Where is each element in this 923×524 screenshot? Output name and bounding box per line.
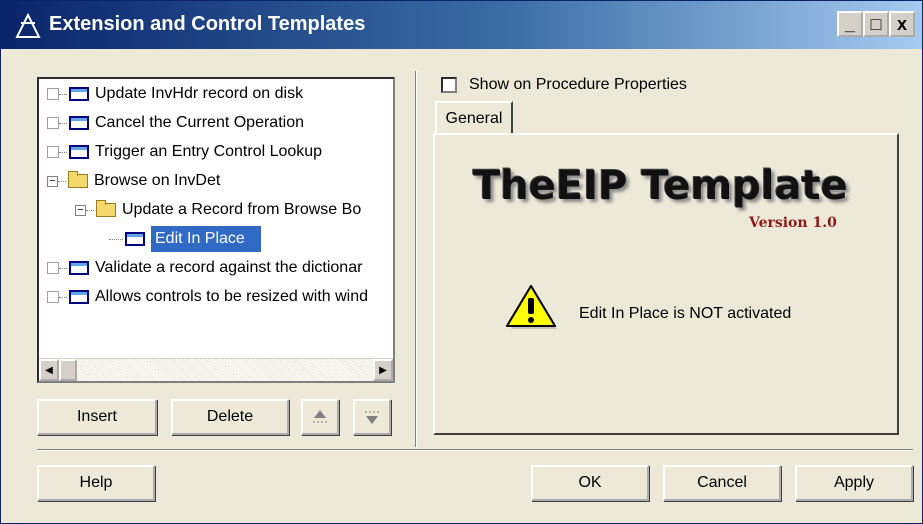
minimize-button[interactable]: _ xyxy=(837,11,863,37)
delete-button-label: Delete xyxy=(206,408,254,425)
help-button[interactable]: Help xyxy=(37,465,155,501)
procedure-icon xyxy=(69,87,89,101)
move-down-icon xyxy=(365,411,379,424)
insert-button[interactable]: Insert xyxy=(37,399,157,435)
tree-checkbox[interactable] xyxy=(47,117,59,129)
scroll-thumb[interactable] xyxy=(59,359,77,381)
tree-item-label-selected: Edit In Place xyxy=(151,226,261,252)
status-message: Edit In Place is NOT activated xyxy=(579,305,792,322)
window-title: Extension and Control Templates xyxy=(49,13,366,35)
general-tab-panel: TheEIP Template Version 1.0 Edit In Plac… xyxy=(433,133,899,435)
app-icon xyxy=(15,13,41,38)
cancel-button[interactable]: Cancel xyxy=(663,465,781,501)
tab-general[interactable]: General xyxy=(435,101,513,135)
version-label: Version 1.0 xyxy=(749,215,837,231)
apply-button-label: Apply xyxy=(833,474,875,491)
template-tree[interactable]: Update InvHdr record on disk Cancel the … xyxy=(37,77,395,383)
tree-checkbox[interactable] xyxy=(47,88,59,100)
vertical-divider xyxy=(415,71,417,447)
procedure-icon xyxy=(69,261,89,275)
procedure-icon xyxy=(69,116,89,130)
scroll-left-button[interactable]: ◀ xyxy=(39,359,59,381)
tree-checkbox[interactable] xyxy=(47,262,59,274)
ok-button[interactable]: OK xyxy=(531,465,649,501)
apply-button[interactable]: Apply xyxy=(795,465,913,501)
tree-item-label: Update a Record from Browse Bo xyxy=(122,201,362,218)
horizontal-scrollbar[interactable]: ◀ ▶ xyxy=(39,358,393,381)
tree-item[interactable]: − Update a Record from Browse Bo xyxy=(75,197,361,223)
tree-item[interactable]: Allows controls to be resized with wind xyxy=(47,284,368,310)
scroll-right-button[interactable]: ▶ xyxy=(373,359,393,381)
scroll-track[interactable] xyxy=(77,359,373,381)
procedure-icon xyxy=(69,290,89,304)
delete-button[interactable]: Delete xyxy=(171,399,289,435)
show-on-procedure-properties-checkbox[interactable] xyxy=(441,77,457,93)
help-button-label: Help xyxy=(79,474,113,491)
maximize-button[interactable]: □ xyxy=(863,11,889,37)
tree-item[interactable]: Update InvHdr record on disk xyxy=(47,81,303,107)
collapse-icon[interactable]: − xyxy=(47,175,58,187)
tab-general-label: General xyxy=(445,110,503,127)
tree-item[interactable]: Validate a record against the dictionar xyxy=(47,255,362,281)
dialog-client-area: Update InvHdr record on disk Cancel the … xyxy=(1,49,922,523)
tree-item-label: Cancel the Current Operation xyxy=(95,114,304,131)
tree-item-label: Allows controls to be resized with wind xyxy=(95,288,369,305)
tree-item[interactable]: − Browse on InvDet xyxy=(47,168,220,194)
tree-item-label: Browse on InvDet xyxy=(94,172,221,189)
warning-icon xyxy=(506,285,557,329)
tree-checkbox[interactable] xyxy=(47,291,59,303)
move-up-icon xyxy=(313,410,327,423)
tree-item-label: Update InvHdr record on disk xyxy=(95,85,304,102)
cancel-button-label: Cancel xyxy=(697,474,747,491)
procedure-icon xyxy=(125,232,145,246)
move-down-button[interactable] xyxy=(353,399,391,435)
tree-item[interactable]: Trigger an Entry Control Lookup xyxy=(47,139,322,165)
folder-icon xyxy=(68,171,88,188)
tree-item[interactable]: Edit In Place xyxy=(109,226,261,252)
horizontal-divider xyxy=(37,449,913,451)
title-bar[interactable]: Extension and Control Templates _ □ x xyxy=(1,1,922,49)
tree-item-label: Trigger an Entry Control Lookup xyxy=(95,143,323,160)
move-up-button[interactable] xyxy=(301,399,339,435)
tree-checkbox[interactable] xyxy=(47,146,59,158)
procedure-icon xyxy=(69,145,89,159)
tree-item-label: Validate a record against the dictionar xyxy=(95,259,363,276)
close-button[interactable]: x xyxy=(889,11,915,37)
ok-button-label: OK xyxy=(578,474,602,491)
show-on-procedure-properties-label[interactable]: Show on Procedure Properties xyxy=(469,76,687,94)
tree-item[interactable]: Cancel the Current Operation xyxy=(47,110,304,136)
folder-icon xyxy=(96,200,116,217)
collapse-icon[interactable]: − xyxy=(75,204,86,216)
eip-template-logo: TheEIP Template xyxy=(473,163,848,209)
dialog-window: Extension and Control Templates _ □ x Up… xyxy=(0,0,923,524)
insert-button-label: Insert xyxy=(76,408,117,425)
